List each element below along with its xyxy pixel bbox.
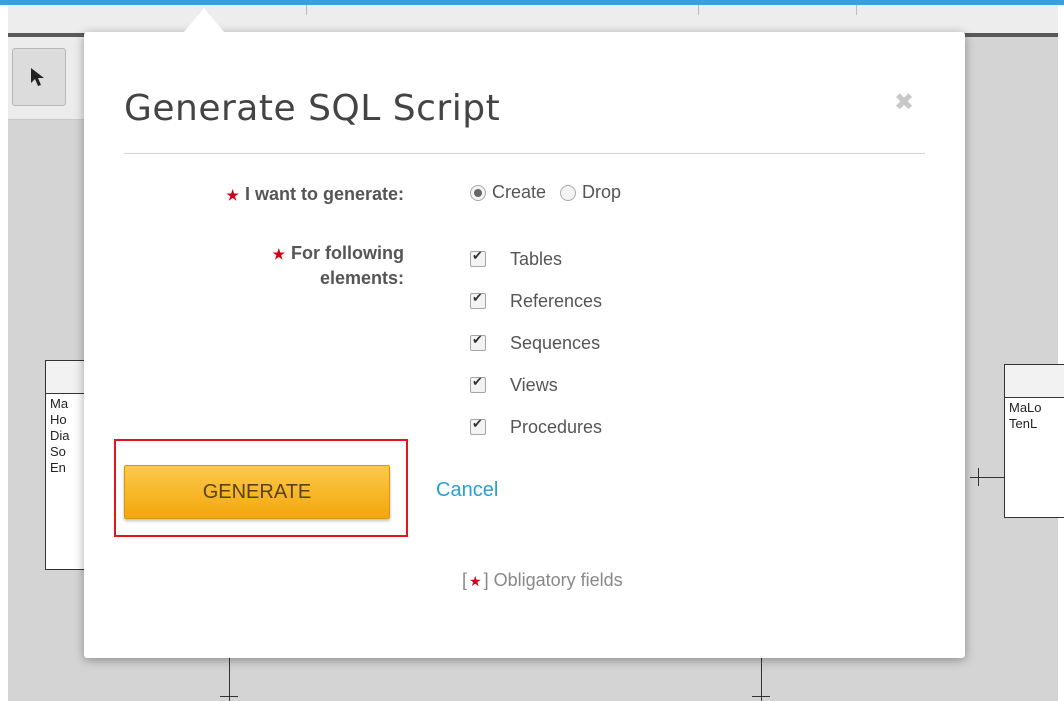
cancel-link[interactable]: Cancel [436, 479, 498, 502]
required-star-icon: ★ [226, 187, 239, 203]
required-star-icon: ★ [272, 246, 286, 262]
toolbar-separator [856, 5, 857, 15]
relation-tick [978, 468, 979, 486]
checkbox-label: Tables [510, 248, 563, 269]
checkbox-sequences[interactable]: Sequences [470, 322, 602, 364]
radio-create-button[interactable] [470, 184, 486, 201]
checkbox-tables[interactable]: Tables [470, 238, 602, 280]
obligatory-fields-note: [★] Obligatory fields [462, 570, 623, 591]
dialog-title: Generate SQL Script [124, 88, 501, 129]
pointer-arrow-icon [31, 68, 44, 86]
checkbox-checked-icon[interactable] [470, 417, 486, 435]
checkbox-checked-icon[interactable] [470, 291, 486, 309]
radio-create-label: Create [492, 182, 547, 202]
checkbox-checked-icon[interactable] [470, 249, 486, 267]
checkbox-label: Procedures [510, 416, 603, 437]
generate-sql-dialog: Generate SQL Script ✖ ★ I want to generat… [84, 8, 965, 658]
relation-line [761, 658, 762, 701]
radio-drop[interactable]: Drop [560, 182, 621, 203]
checkbox-label: Views [510, 374, 558, 395]
relation-line [970, 477, 1004, 478]
checkbox-label: Sequences [510, 332, 601, 353]
toolbar-separator [698, 5, 699, 15]
window-left-edge [0, 5, 8, 701]
relation-tick [220, 696, 238, 697]
radio-create[interactable]: Create [470, 182, 546, 203]
generate-type-label-text: I want to generate: [244, 184, 404, 204]
relation-line [229, 658, 230, 701]
elements-label-line2: elements: [319, 268, 404, 288]
obligatory-fields-text: ] Obligatory fields [483, 570, 623, 590]
elements-label-line1: For following [291, 243, 404, 263]
required-star-icon: ★ [469, 573, 482, 589]
pointer-tool-button[interactable] [12, 48, 66, 106]
entity-table-right[interactable]: MaLo TenL [1004, 364, 1064, 518]
entity-attribute: MaLo [1009, 400, 1042, 415]
relation-tick [752, 696, 770, 697]
checkbox-checked-icon[interactable] [470, 333, 486, 351]
entity-header [1005, 365, 1064, 398]
obligatory-open-bracket: [ [462, 570, 468, 590]
window-right-edge [1058, 5, 1064, 701]
radio-drop-label: Drop [582, 182, 622, 202]
checkbox-references[interactable]: References [470, 280, 602, 322]
checkbox-procedures[interactable]: Procedures [470, 406, 602, 448]
generate-type-radio-group: Create Drop [470, 182, 635, 203]
elements-label: ★ For following elements: [124, 241, 404, 290]
checkbox-views[interactable]: Views [470, 364, 602, 406]
entity-attribute: TenL [1009, 416, 1038, 431]
checkbox-checked-icon[interactable] [470, 375, 486, 393]
elements-checkbox-list: Tables References Sequences Views Proced… [470, 238, 602, 448]
toolbar-separator [306, 5, 307, 15]
generate-type-label: ★ I want to generate: [124, 182, 404, 207]
title-divider [124, 153, 925, 154]
generate-button[interactable]: GENERATE [124, 465, 390, 519]
checkbox-label: References [510, 290, 603, 311]
close-icon[interactable]: ✖ [889, 88, 919, 118]
entity-attributes: MaLo TenL [1005, 398, 1064, 434]
radio-drop-button[interactable] [560, 184, 577, 201]
dialog-pointer [184, 8, 224, 32]
